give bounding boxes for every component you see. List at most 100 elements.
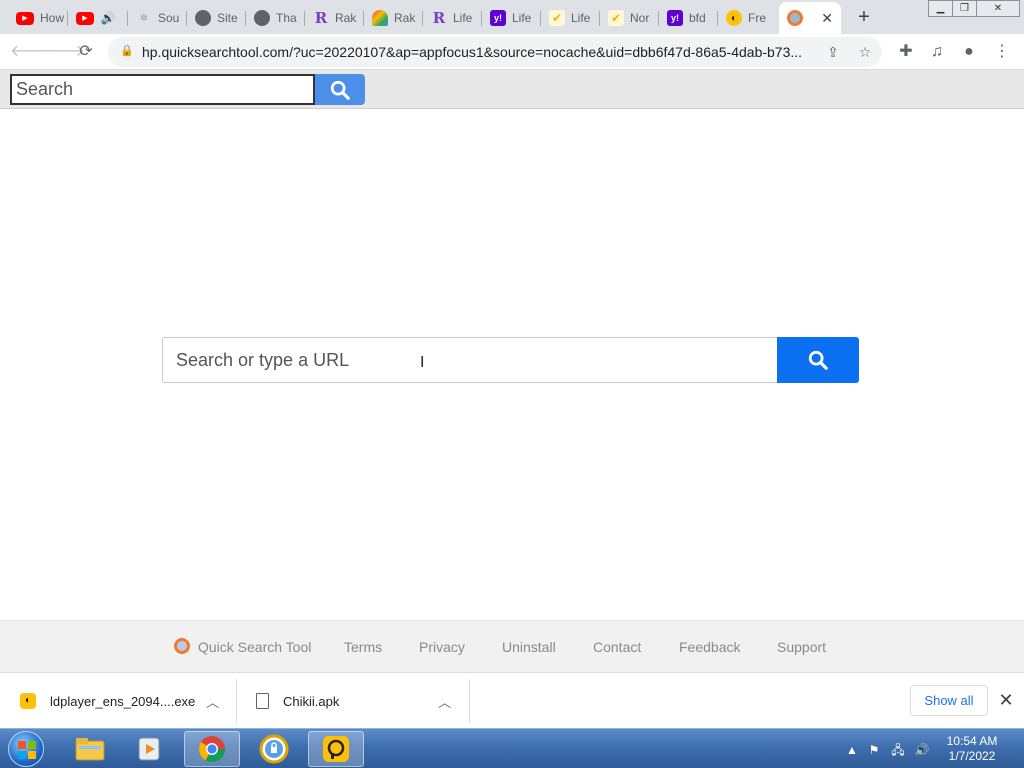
tab-title: Tha xyxy=(276,11,297,25)
forward-button[interactable]: 🡒 xyxy=(42,40,85,64)
profile-icon[interactable]: ● xyxy=(957,40,981,64)
tab-title: Fre xyxy=(748,11,766,25)
tab-11[interactable]: ✔ Nor xyxy=(600,2,659,34)
new-tab-button[interactable]: + xyxy=(852,5,876,29)
main-search-input[interactable] xyxy=(162,337,778,383)
clock-date: 1/7/2022 xyxy=(948,749,996,763)
page-header xyxy=(0,70,1024,109)
folder-icon xyxy=(75,738,105,761)
menu-icon[interactable]: ⋮ xyxy=(990,40,1014,64)
tab-6[interactable]: R Rak xyxy=(305,2,364,34)
footer-link-uninstall[interactable]: Uninstall xyxy=(502,639,556,655)
globe-icon xyxy=(195,10,211,26)
start-button[interactable] xyxy=(8,731,44,767)
tab-title: Life xyxy=(512,11,532,25)
ldplayer-icon xyxy=(323,736,349,762)
download-shelf: ◐ ldplayer_ens_2094....exe ︿ Chikii.apk … xyxy=(0,672,1024,728)
tab-title: Life xyxy=(453,11,473,25)
download-item[interactable]: Chikii.apk ︿ xyxy=(256,673,468,729)
taskbar-ldplayer[interactable] xyxy=(308,731,364,767)
footer-link-contact[interactable]: Contact xyxy=(593,639,641,655)
download-item[interactable]: ◐ ldplayer_ens_2094....exe ︿ xyxy=(20,673,234,729)
tray-expand-icon[interactable]: ▲ xyxy=(844,742,860,758)
tab-7[interactable]: Rak xyxy=(364,2,423,34)
tab-title: Sou xyxy=(158,11,180,25)
extensions-icon[interactable]: ✚ xyxy=(894,40,918,64)
tab-12[interactable]: y! bfd xyxy=(659,2,718,34)
vpn-icon xyxy=(259,734,289,764)
yahoo-icon: y! xyxy=(667,10,683,26)
rakuten-r-icon: R xyxy=(432,9,446,27)
tab-8[interactable]: R Life xyxy=(423,2,482,34)
window-close-button[interactable]: ✕ xyxy=(976,0,1020,17)
check-icon: ✔ xyxy=(549,10,565,26)
header-search-button[interactable] xyxy=(315,74,365,105)
windows-taskbar: ▲ ⚑ 🖧 🔊 10:54 AM 1/7/2022 xyxy=(0,728,1024,768)
rakuten-r-icon: R xyxy=(314,9,328,27)
tab-title: Site xyxy=(217,11,238,25)
footer-link-feedback[interactable]: Feedback xyxy=(679,639,740,655)
close-tab-icon[interactable]: ✕ xyxy=(821,10,833,27)
address-bar[interactable]: 🔒 hp.quicksearchtool.com/?uc=20220107&ap… xyxy=(108,37,882,67)
tab-1[interactable]: ▶ How xyxy=(8,2,68,34)
footer-link-privacy[interactable]: Privacy xyxy=(419,639,465,655)
check-icon: ✔ xyxy=(608,10,624,26)
windows-logo-icon xyxy=(18,741,36,759)
star-icon: ✲ xyxy=(139,12,149,24)
footer-brand[interactable]: Quick Search Tool xyxy=(198,639,311,655)
tab-strip: ▶ How ▶ 🔊 ✲ Sou Site Tha R Rak Rak R Lif… xyxy=(0,0,1024,34)
clock-time: 10:54 AM xyxy=(946,734,998,748)
network-icon[interactable]: 🖧 xyxy=(890,742,906,758)
tab-title: bfd xyxy=(689,11,706,25)
globe-icon xyxy=(254,10,270,26)
tab-title: How xyxy=(40,11,65,25)
tab-active[interactable]: ✕ xyxy=(779,2,841,34)
system-clock[interactable]: 10:54 AM 1/7/2022 xyxy=(940,734,1004,764)
taskbar-explorer[interactable] xyxy=(62,731,118,767)
action-center-icon[interactable]: ⚑ xyxy=(866,742,882,758)
taskbar-media-player[interactable] xyxy=(122,731,178,767)
search-icon xyxy=(330,80,350,100)
tab-3[interactable]: ✲ Sou xyxy=(128,2,187,34)
chevron-up-icon[interactable]: ︿ xyxy=(206,692,219,711)
media-player-icon xyxy=(138,737,160,761)
url-text: hp.quicksearchtool.com/?uc=20220107&ap=a… xyxy=(142,44,803,60)
bookmark-star-icon[interactable]: ☆ xyxy=(856,43,874,61)
media-controls-icon[interactable]: ♫ xyxy=(925,40,949,64)
tab-title: Life xyxy=(571,11,591,25)
footer-link-terms[interactable]: Terms xyxy=(344,639,382,655)
quick-search-icon xyxy=(787,10,803,26)
share-icon[interactable]: ⇪ xyxy=(824,43,842,61)
download-filename: ldplayer_ens_2094....exe xyxy=(50,693,196,709)
chevron-up-icon[interactable]: ︿ xyxy=(438,692,451,711)
footer-link-support[interactable]: Support xyxy=(777,639,826,655)
tab-5[interactable]: Tha xyxy=(246,2,305,34)
restore-button[interactable]: ❐ xyxy=(952,0,977,17)
volume-icon[interactable]: 🔊 xyxy=(914,742,930,758)
tab-4[interactable]: Site xyxy=(187,2,246,34)
speaker-icon[interactable]: 🔊 xyxy=(100,10,116,26)
main-search-button[interactable] xyxy=(777,337,859,383)
lock-icon[interactable]: 🔒 xyxy=(120,44,136,60)
youtube-icon: ▶ xyxy=(16,11,34,25)
quick-search-logo-icon xyxy=(174,638,190,654)
tab-9[interactable]: y! Life xyxy=(482,2,541,34)
reload-button[interactable]: ⟳ xyxy=(74,40,98,64)
minimize-button[interactable]: ▁ xyxy=(928,0,953,17)
taskbar-vpn[interactable] xyxy=(246,731,302,767)
taskbar-chrome[interactable] xyxy=(184,731,240,767)
tab-title: Nor xyxy=(630,11,650,25)
tab-title: Rak xyxy=(335,11,357,25)
tab-2[interactable]: ▶ 🔊 xyxy=(68,2,128,34)
header-search-input[interactable] xyxy=(10,74,315,105)
close-shelf-icon[interactable]: ✕ xyxy=(996,689,1016,711)
yahoo-icon: y! xyxy=(490,10,506,26)
tab-13[interactable]: ◐ Fre xyxy=(718,2,778,34)
download-filename: Chikii.apk xyxy=(283,693,340,709)
browser-toolbar: 🡐 🡒 ⟳ 🔒 hp.quicksearchtool.com/?uc=20220… xyxy=(0,34,1024,70)
tab-10[interactable]: ✔ Life xyxy=(541,2,600,34)
chrome-icon xyxy=(198,736,226,763)
ldplayer-icon: ◐ xyxy=(726,10,742,26)
show-all-button[interactable]: Show all xyxy=(910,685,988,716)
back-button[interactable]: 🡐 xyxy=(10,40,53,64)
